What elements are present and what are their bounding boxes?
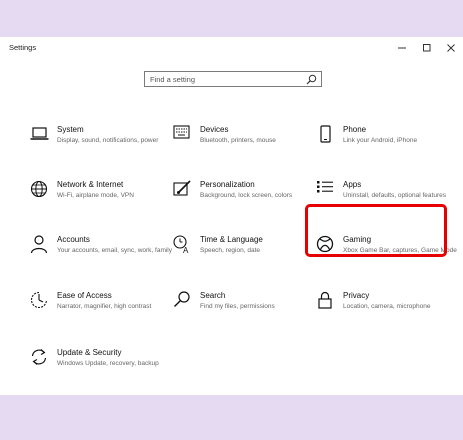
tile-title: Ease of Access [57, 291, 112, 300]
tile-devices[interactable]: Devices Bluetooth, printers, mouse [173, 125, 311, 169]
tile-title: Phone [343, 125, 367, 134]
search-input[interactable]: Find a setting [144, 71, 322, 87]
tile-description: Bluetooth, printers, mouse [200, 137, 276, 144]
close-button[interactable] [437, 40, 463, 56]
tile-title: Update & Security [57, 348, 122, 357]
tile-title: Search [200, 291, 226, 300]
apps-highlight-box [305, 204, 447, 257]
close-icon [447, 44, 455, 52]
globe-icon [30, 180, 48, 198]
tile-title: Apps [343, 180, 362, 189]
apps-list-icon [317, 181, 333, 193]
minimize-icon [398, 47, 406, 49]
sync-icon [31, 349, 47, 365]
tile-description: Background, lock screen, colors [200, 192, 293, 199]
maximize-icon [423, 44, 431, 52]
tile-description: Wi-Fi, airplane mode, VPN [57, 192, 134, 199]
settings-window: Settings Find a setting System Display, … [0, 37, 463, 395]
tile-time-language[interactable]: A Time & Language Speech, region, date [173, 235, 311, 279]
tile-description: Narrator, magnifier, high contrast [57, 303, 152, 310]
tile-search[interactable]: Search Find my files, permissions [173, 291, 311, 335]
tile-update-security[interactable]: Update & Security Windows Update, recove… [30, 348, 168, 392]
laptop-icon [30, 127, 49, 140]
tile-accounts[interactable]: Accounts Your accounts, email, sync, wor… [30, 235, 172, 279]
ease-of-access-icon [30, 291, 48, 309]
title-bar: Settings [0, 37, 463, 59]
tile-network[interactable]: Network & Internet Wi-Fi, airplane mode,… [30, 180, 168, 224]
window-title: Settings [9, 43, 37, 52]
tile-description: Display, sound, notifications, power [57, 137, 159, 144]
lock-icon [318, 291, 332, 309]
brush-icon [173, 180, 191, 196]
tile-phone[interactable]: Phone Link your Android, iPhone [316, 125, 454, 169]
tile-ease-of-access[interactable]: Ease of Access Narrator, magnifier, high… [30, 291, 168, 335]
tile-description: Link your Android, iPhone [343, 137, 418, 144]
tile-description: Uninstall, defaults, optional features [343, 192, 446, 199]
svg-text:A: A [183, 246, 189, 255]
tile-personalization[interactable]: Personalization Background, lock screen,… [173, 180, 311, 224]
tile-description: Speech, region, date [200, 247, 260, 254]
search-icon [174, 291, 190, 307]
tile-title: Time & Language [200, 235, 263, 244]
tile-title: Personalization [200, 180, 255, 189]
phone-icon [320, 125, 331, 143]
tile-description: Location, camera, microphone [343, 303, 431, 310]
tile-description: Windows Update, recovery, backup [57, 360, 159, 367]
keyboard-icon [173, 125, 190, 139]
tile-title: Accounts [57, 235, 90, 244]
tile-description: Your accounts, email, sync, work, family [57, 247, 172, 254]
tile-title: Network & Internet [57, 180, 124, 189]
minimize-button[interactable] [388, 40, 416, 56]
person-icon [30, 235, 48, 254]
tile-title: Devices [200, 125, 229, 134]
time-language-icon: A [173, 235, 189, 255]
search-placeholder: Find a setting [150, 75, 196, 84]
tile-privacy[interactable]: Privacy Location, camera, microphone [316, 291, 454, 335]
tile-description: Find my files, permissions [200, 303, 275, 310]
tile-title: System [57, 125, 84, 134]
tile-title: Privacy [343, 291, 370, 300]
search-icon[interactable] [306, 74, 317, 85]
tile-system[interactable]: System Display, sound, notifications, po… [30, 125, 168, 169]
